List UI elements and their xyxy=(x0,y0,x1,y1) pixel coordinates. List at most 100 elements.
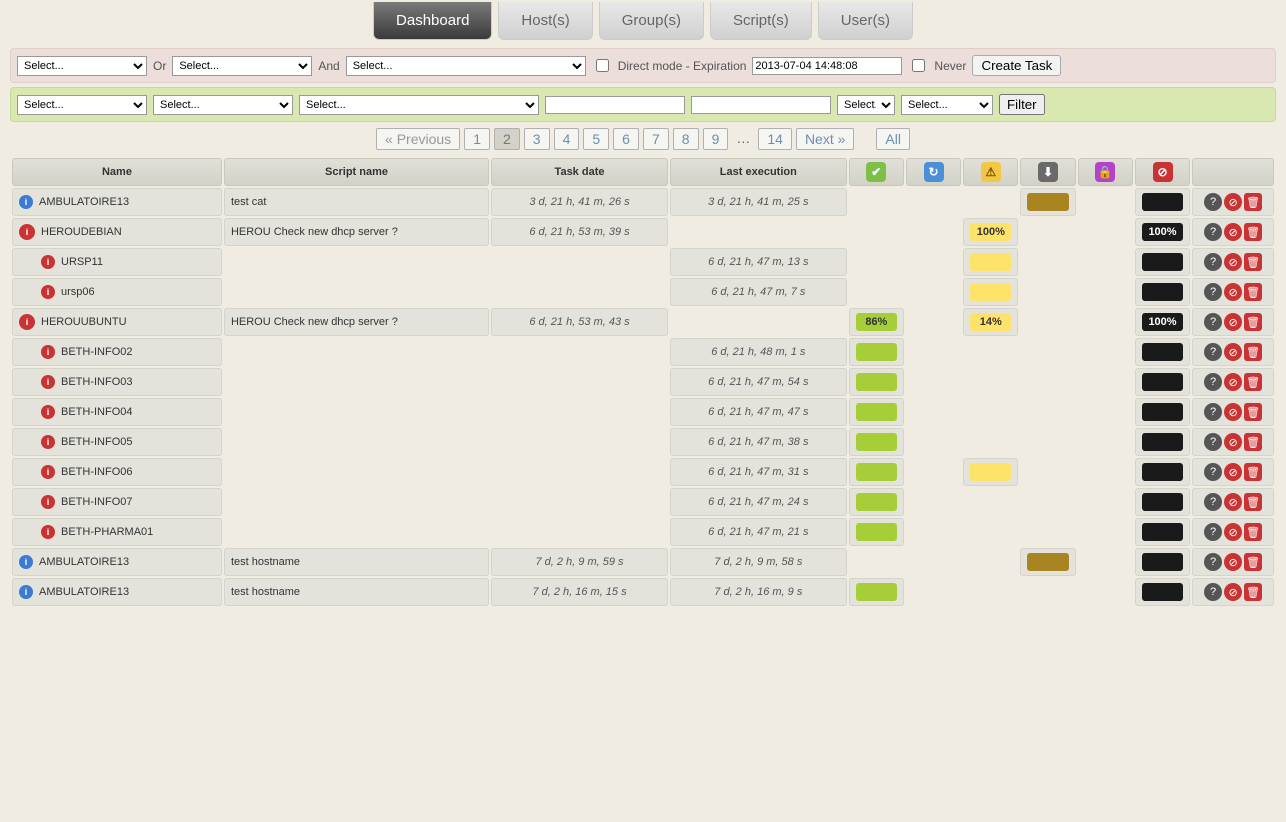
block-icon[interactable]: ⊘ xyxy=(1224,553,1242,571)
trash-icon[interactable]: 🗑 xyxy=(1244,553,1262,571)
page-next[interactable]: Next » xyxy=(796,128,854,150)
col-status-down[interactable]: ⬇ xyxy=(1020,158,1075,186)
cell-lock xyxy=(1078,338,1133,366)
cell-name[interactable]: iAMBULATOIRE13 xyxy=(12,188,222,216)
col-task-date[interactable]: Task date xyxy=(491,158,668,186)
block-icon[interactable]: ⊘ xyxy=(1224,493,1242,511)
help-icon[interactable]: ? xyxy=(1204,373,1222,391)
block-icon[interactable]: ⊘ xyxy=(1224,223,1242,241)
block-icon[interactable]: ⊘ xyxy=(1224,253,1242,271)
cell-name[interactable]: iBETH-PHARMA01 xyxy=(12,518,222,546)
col-status-warn[interactable]: ⚠ xyxy=(963,158,1018,186)
help-icon[interactable]: ? xyxy=(1204,553,1222,571)
block-icon[interactable]: ⊘ xyxy=(1224,463,1242,481)
help-icon[interactable]: ? xyxy=(1204,343,1222,361)
cell-name[interactable]: iBETH-INFO07 xyxy=(12,488,222,516)
help-icon[interactable]: ? xyxy=(1204,433,1222,451)
page-2[interactable]: 2 xyxy=(494,128,520,150)
block-icon[interactable]: ⊘ xyxy=(1224,523,1242,541)
col-last-exec[interactable]: Last execution xyxy=(670,158,847,186)
col-status-refresh[interactable]: ↻ xyxy=(906,158,961,186)
cell-name[interactable]: iBETH-INFO06 xyxy=(12,458,222,486)
tab-users[interactable]: User(s) xyxy=(818,2,913,40)
tab-dashboard[interactable]: Dashboard xyxy=(373,2,492,40)
trash-icon[interactable]: 🗑 xyxy=(1244,193,1262,211)
tab-scripts[interactable]: Script(s) xyxy=(710,2,812,40)
col-script[interactable]: Script name xyxy=(224,158,489,186)
cell-name[interactable]: iHEROUUBUNTU xyxy=(12,308,222,336)
help-icon[interactable]: ? xyxy=(1204,583,1222,601)
help-icon[interactable]: ? xyxy=(1204,313,1222,331)
cell-name[interactable]: iursp06 xyxy=(12,278,222,306)
page-3[interactable]: 3 xyxy=(524,128,550,150)
cell-name[interactable]: iHEROUDEBIAN xyxy=(12,218,222,246)
filter-select-2[interactable]: Select... xyxy=(153,95,293,115)
cell-name[interactable]: iAMBULATOIRE13 xyxy=(12,548,222,576)
page-8[interactable]: 8 xyxy=(673,128,699,150)
cell-name[interactable]: iURSP11 xyxy=(12,248,222,276)
filter-select-4[interactable]: Select... xyxy=(837,95,895,115)
filter-select-3[interactable]: Select... xyxy=(299,95,539,115)
filter-select-1[interactable]: Select... xyxy=(17,95,147,115)
block-icon[interactable]: ⊘ xyxy=(1224,403,1242,421)
col-status-lock[interactable]: 🔒 xyxy=(1078,158,1133,186)
help-icon[interactable]: ? xyxy=(1204,403,1222,421)
block-icon[interactable]: ⊘ xyxy=(1224,283,1242,301)
help-icon[interactable]: ? xyxy=(1204,283,1222,301)
block-icon[interactable]: ⊘ xyxy=(1224,433,1242,451)
trash-icon[interactable]: 🗑 xyxy=(1244,373,1262,391)
toolbar-select-2[interactable]: Select... xyxy=(172,56,312,76)
help-icon[interactable]: ? xyxy=(1204,223,1222,241)
col-name[interactable]: Name xyxy=(12,158,222,186)
cell-name[interactable]: iBETH-INFO05 xyxy=(12,428,222,456)
trash-icon[interactable]: 🗑 xyxy=(1244,463,1262,481)
filter-text-1[interactable] xyxy=(545,96,685,114)
create-task-button[interactable]: Create Task xyxy=(972,55,1061,76)
help-icon[interactable]: ? xyxy=(1204,493,1222,511)
trash-icon[interactable]: 🗑 xyxy=(1244,283,1262,301)
never-checkbox[interactable] xyxy=(912,59,925,72)
trash-icon[interactable]: 🗑 xyxy=(1244,583,1262,601)
toolbar-select-1[interactable]: Select... xyxy=(17,56,147,76)
filter-select-5[interactable]: Select... xyxy=(901,95,993,115)
page-5[interactable]: 5 xyxy=(583,128,609,150)
trash-icon[interactable]: 🗑 xyxy=(1244,523,1262,541)
expiration-input[interactable] xyxy=(752,57,902,75)
tab-groups[interactable]: Group(s) xyxy=(599,2,704,40)
help-icon[interactable]: ? xyxy=(1204,253,1222,271)
cell-name[interactable]: iBETH-INFO04 xyxy=(12,398,222,426)
trash-icon[interactable]: 🗑 xyxy=(1244,253,1262,271)
trash-icon[interactable]: 🗑 xyxy=(1244,493,1262,511)
filter-text-2[interactable] xyxy=(691,96,831,114)
tab-hosts[interactable]: Host(s) xyxy=(498,2,592,40)
trash-icon[interactable]: 🗑 xyxy=(1244,343,1262,361)
page-prev[interactable]: « Previous xyxy=(376,128,460,150)
help-icon[interactable]: ? xyxy=(1204,193,1222,211)
cell-name[interactable]: iAMBULATOIRE13 xyxy=(12,578,222,606)
trash-icon[interactable]: 🗑 xyxy=(1244,313,1262,331)
filter-button[interactable]: Filter xyxy=(999,94,1045,115)
help-icon[interactable]: ? xyxy=(1204,463,1222,481)
col-status-block[interactable]: ⊘ xyxy=(1135,158,1190,186)
page-6[interactable]: 6 xyxy=(613,128,639,150)
direct-mode-checkbox[interactable] xyxy=(596,59,609,72)
page-1[interactable]: 1 xyxy=(464,128,490,150)
block-icon[interactable]: ⊘ xyxy=(1224,343,1242,361)
block-icon[interactable]: ⊘ xyxy=(1224,583,1242,601)
block-icon[interactable]: ⊘ xyxy=(1224,373,1242,391)
page-14[interactable]: 14 xyxy=(758,128,792,150)
trash-icon[interactable]: 🗑 xyxy=(1244,223,1262,241)
col-status-ok[interactable]: ✔ xyxy=(849,158,904,186)
help-icon[interactable]: ? xyxy=(1204,523,1222,541)
page-9[interactable]: 9 xyxy=(703,128,729,150)
block-icon[interactable]: ⊘ xyxy=(1224,193,1242,211)
trash-icon[interactable]: 🗑 xyxy=(1244,433,1262,451)
page-7[interactable]: 7 xyxy=(643,128,669,150)
trash-icon[interactable]: 🗑 xyxy=(1244,403,1262,421)
cell-name[interactable]: iBETH-INFO03 xyxy=(12,368,222,396)
cell-name[interactable]: iBETH-INFO02 xyxy=(12,338,222,366)
page-all[interactable]: All xyxy=(876,128,910,150)
toolbar-select-3[interactable]: Select... xyxy=(346,56,586,76)
block-icon[interactable]: ⊘ xyxy=(1224,313,1242,331)
page-4[interactable]: 4 xyxy=(554,128,580,150)
